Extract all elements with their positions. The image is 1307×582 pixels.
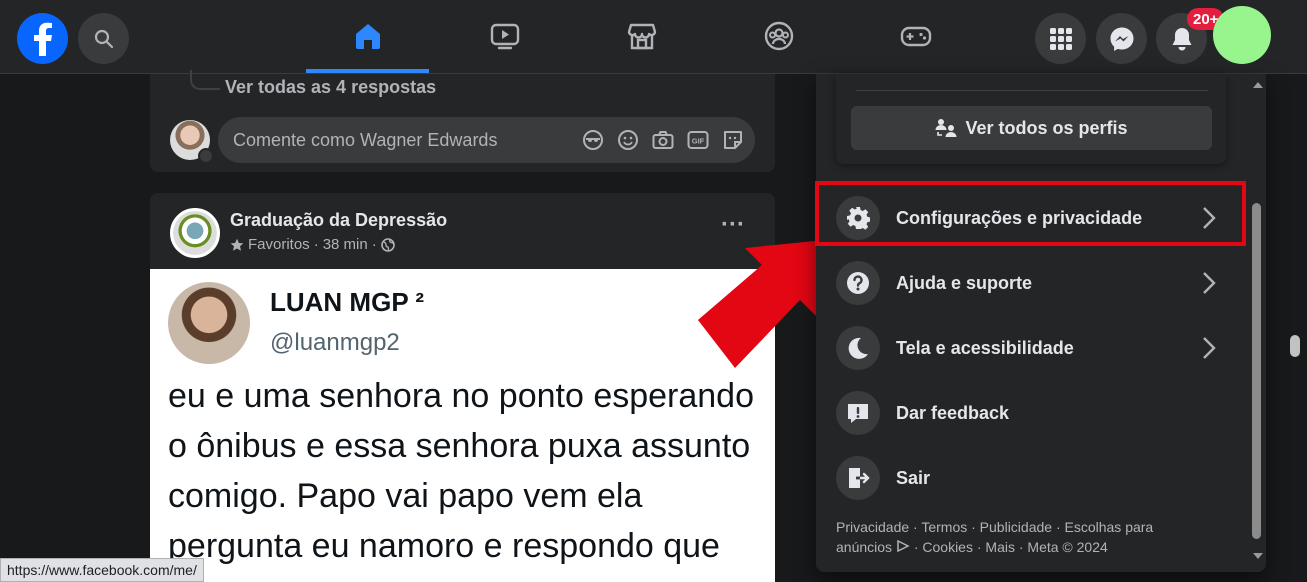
reply-thread-line bbox=[190, 70, 220, 90]
footer-links-line2: anúncios · Cookies · Mais · Meta © 2024 bbox=[836, 537, 1216, 557]
feedback-icon bbox=[836, 391, 880, 435]
gif-icon[interactable]: GIF bbox=[686, 128, 710, 152]
comment-input[interactable] bbox=[233, 129, 573, 151]
page-avatar[interactable] bbox=[170, 208, 220, 258]
globe-icon bbox=[380, 237, 395, 252]
menu-item-label: Ajuda e suporte bbox=[896, 272, 1033, 293]
highlight-box-annotation bbox=[815, 181, 1246, 246]
tweet-author-avatar bbox=[168, 282, 250, 364]
profiles-switch-icon bbox=[935, 119, 957, 137]
see-all-profiles-label: Ver todos os perfis bbox=[965, 117, 1128, 138]
menu-item-label: Dar feedback bbox=[896, 402, 1010, 423]
post-author[interactable]: Graduação da Depressão bbox=[230, 210, 447, 231]
menu-item-display-accessibility[interactable]: Tela e acessibilidade bbox=[826, 318, 1231, 378]
footer-links-rest[interactable]: · Cookies · Mais · Meta © 2024 bbox=[914, 539, 1108, 555]
profile-divider bbox=[856, 90, 1208, 91]
commenter-avatar[interactable] bbox=[170, 120, 214, 164]
post-time[interactable]: 38 min bbox=[323, 236, 368, 253]
search-button[interactable] bbox=[78, 13, 129, 64]
chevron-right-icon bbox=[1203, 272, 1216, 294]
grid-icon bbox=[1049, 27, 1072, 50]
tweet-author-handle: @luanmgp2 bbox=[270, 329, 400, 356]
star-icon bbox=[230, 238, 244, 251]
top-navigation-bar: 20+ bbox=[0, 0, 1307, 74]
menu-scroll-thumb[interactable] bbox=[1252, 203, 1261, 539]
avatar-sticker-icon[interactable] bbox=[581, 128, 605, 152]
footer-ad-choices-link[interactable]: anúncios bbox=[836, 539, 892, 555]
tab-home[interactable] bbox=[306, 0, 429, 73]
emoji-icon[interactable] bbox=[616, 128, 640, 152]
menu-item-label: Sair bbox=[896, 467, 931, 488]
tab-gaming[interactable] bbox=[854, 0, 977, 72]
menu-item-label: Tela e acessibilidade bbox=[896, 337, 1074, 358]
help-icon bbox=[836, 261, 880, 305]
menu-grid-button[interactable] bbox=[1035, 13, 1086, 64]
account-avatar[interactable] bbox=[1213, 6, 1271, 64]
moon-icon bbox=[836, 326, 880, 370]
messenger-icon bbox=[1110, 27, 1133, 51]
logout-icon bbox=[836, 456, 880, 500]
groups-icon bbox=[764, 21, 793, 51]
status-bar-url: https://www.facebook.com/me/ bbox=[0, 558, 204, 582]
red-arrow-annotation-icon bbox=[698, 240, 825, 368]
ad-choices-icon bbox=[897, 539, 910, 553]
tweet-text: eu e uma senhora no ponto esperando o ôn… bbox=[168, 377, 755, 565]
tweet-author-name: LUAN MGP ² bbox=[270, 287, 425, 317]
meta-separator: · bbox=[371, 236, 377, 253]
tab-groups[interactable] bbox=[717, 0, 840, 72]
scroll-down-arrow-icon[interactable] bbox=[1253, 553, 1263, 559]
tab-watch[interactable] bbox=[443, 0, 566, 72]
bell-icon bbox=[1172, 27, 1191, 50]
meta-separator: · bbox=[313, 236, 319, 253]
camera-icon[interactable] bbox=[651, 128, 675, 152]
gaming-icon bbox=[900, 26, 931, 47]
menu-item-give-feedback[interactable]: Dar feedback bbox=[826, 383, 1231, 443]
tweet-screenshot-image: LUAN MGP ² @luanmgp2 eu e uma senhora no… bbox=[150, 269, 775, 582]
facebook-logo-icon[interactable] bbox=[17, 13, 68, 64]
page-scroll-thumb[interactable] bbox=[1290, 335, 1300, 357]
chevron-right-icon bbox=[1203, 337, 1216, 359]
svg-text:GIF: GIF bbox=[692, 137, 705, 146]
menu-item-logout[interactable]: Sair bbox=[826, 448, 1231, 508]
tab-marketplace[interactable] bbox=[580, 0, 703, 72]
messenger-button[interactable] bbox=[1096, 13, 1147, 64]
search-icon bbox=[94, 29, 113, 48]
scroll-up-arrow-icon[interactable] bbox=[1253, 82, 1263, 88]
video-icon bbox=[490, 23, 519, 50]
facebook-page: 20+ Ver todas as 4 respostas GIF Graduaç… bbox=[0, 0, 1307, 582]
post-audience[interactable]: Favoritos bbox=[248, 236, 310, 253]
chevron-down-icon bbox=[198, 148, 214, 164]
sticker-icon[interactable] bbox=[721, 128, 745, 152]
home-icon bbox=[355, 24, 380, 49]
store-icon bbox=[627, 23, 656, 50]
view-all-replies-link[interactable]: Ver todas as 4 respostas bbox=[225, 77, 436, 98]
see-all-profiles-button[interactable]: Ver todos os perfis bbox=[851, 106, 1212, 150]
post-meta: Favoritos · 38 min · bbox=[230, 236, 395, 253]
footer-links-line1[interactable]: Privacidade · Termos · Publicidade · Esc… bbox=[836, 517, 1216, 537]
menu-item-help-support[interactable]: Ajuda e suporte bbox=[826, 253, 1231, 313]
menu-footer: Privacidade · Termos · Publicidade · Esc… bbox=[836, 517, 1216, 557]
